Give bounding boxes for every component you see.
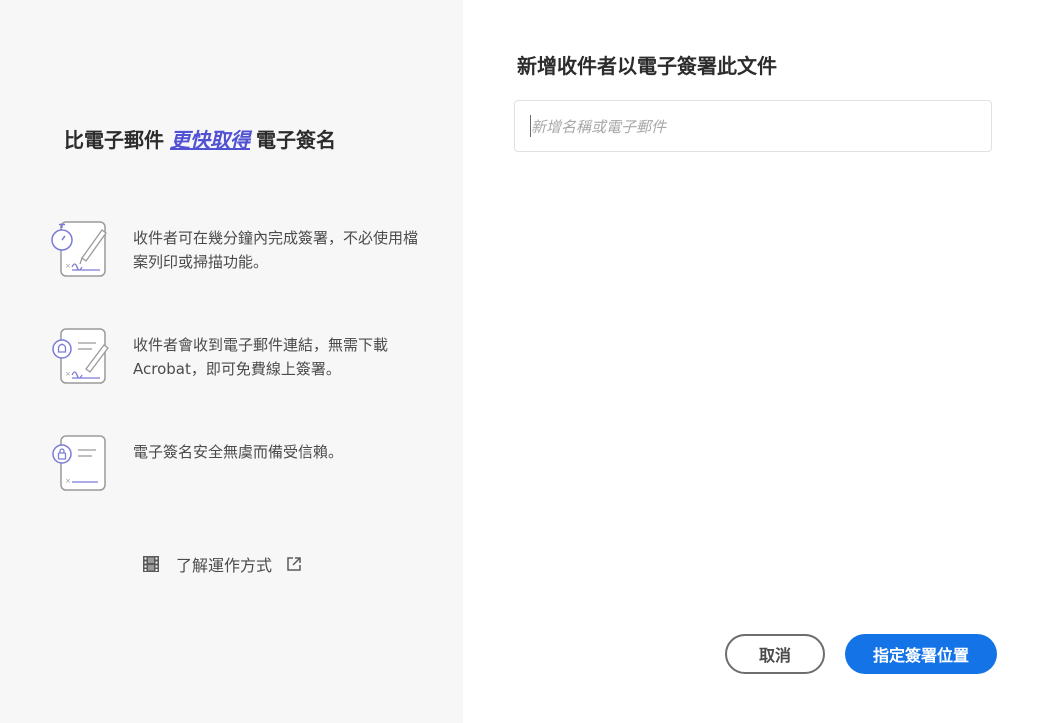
send-for-signature-dialog: 比電子郵件 更快取得 電子簽名 × 收件者可在幾分鐘內完成簽署，不必使用檔案列印或掃…	[0, 0, 1047, 723]
svg-text:×: ×	[65, 262, 71, 270]
learn-how-it-works-label: 了解運作方式	[176, 556, 273, 575]
learn-how-it-works-link[interactable]: 了解運作方式	[142, 552, 302, 576]
notification-sign-document-icon: ×	[52, 328, 109, 384]
external-link-icon	[287, 557, 301, 571]
cancel-button[interactable]: 取消	[725, 634, 825, 674]
svg-text:×: ×	[65, 370, 71, 378]
lock-sign-document-icon: ×	[52, 435, 106, 491]
feature-item-fast-signing: × 收件者可在幾分鐘內完成簽署，不必使用檔案列印或掃描功能。	[48, 218, 428, 282]
feature-item-secure: × 電子簽名安全無虞而備受信賴。	[48, 432, 428, 496]
recipient-input[interactable]	[529, 101, 973, 153]
headline-suffix: 電子簽名	[256, 128, 336, 152]
text-caret	[530, 115, 531, 137]
feature-text: 收件者會收到電子郵件連結，無需下載 Acrobat，即可免費線上簽署。	[133, 336, 389, 378]
specify-signature-location-button[interactable]: 指定簽署位置	[845, 634, 997, 674]
svg-text:×: ×	[65, 477, 71, 485]
feature-item-no-download: × 收件者會收到電子郵件連結，無需下載 Acrobat，即可免費線上簽署。	[48, 325, 428, 389]
headline-prefix: 比電子郵件	[64, 128, 164, 152]
recipients-panel: 新增收件者以電子簽署此文件 取消 指定簽署位置	[463, 0, 1047, 723]
feature-text: 收件者可在幾分鐘內完成簽署，不必使用檔案列印或掃描功能。	[133, 229, 419, 271]
info-headline: 比電子郵件 更快取得 電子簽名	[64, 124, 336, 153]
stopwatch-sign-document-icon: ×	[51, 221, 107, 277]
info-panel: 比電子郵件 更快取得 電子簽名 × 收件者可在幾分鐘內完成簽署，不必使用檔案列印或掃…	[0, 0, 463, 723]
feature-text: 電子簽名安全無虞而備受信賴。	[133, 443, 344, 461]
recipients-title: 新增收件者以電子簽署此文件	[517, 54, 777, 78]
headline-accent: 更快取得	[170, 128, 250, 152]
film-icon	[143, 556, 159, 572]
recipient-field[interactable]	[514, 100, 992, 153]
